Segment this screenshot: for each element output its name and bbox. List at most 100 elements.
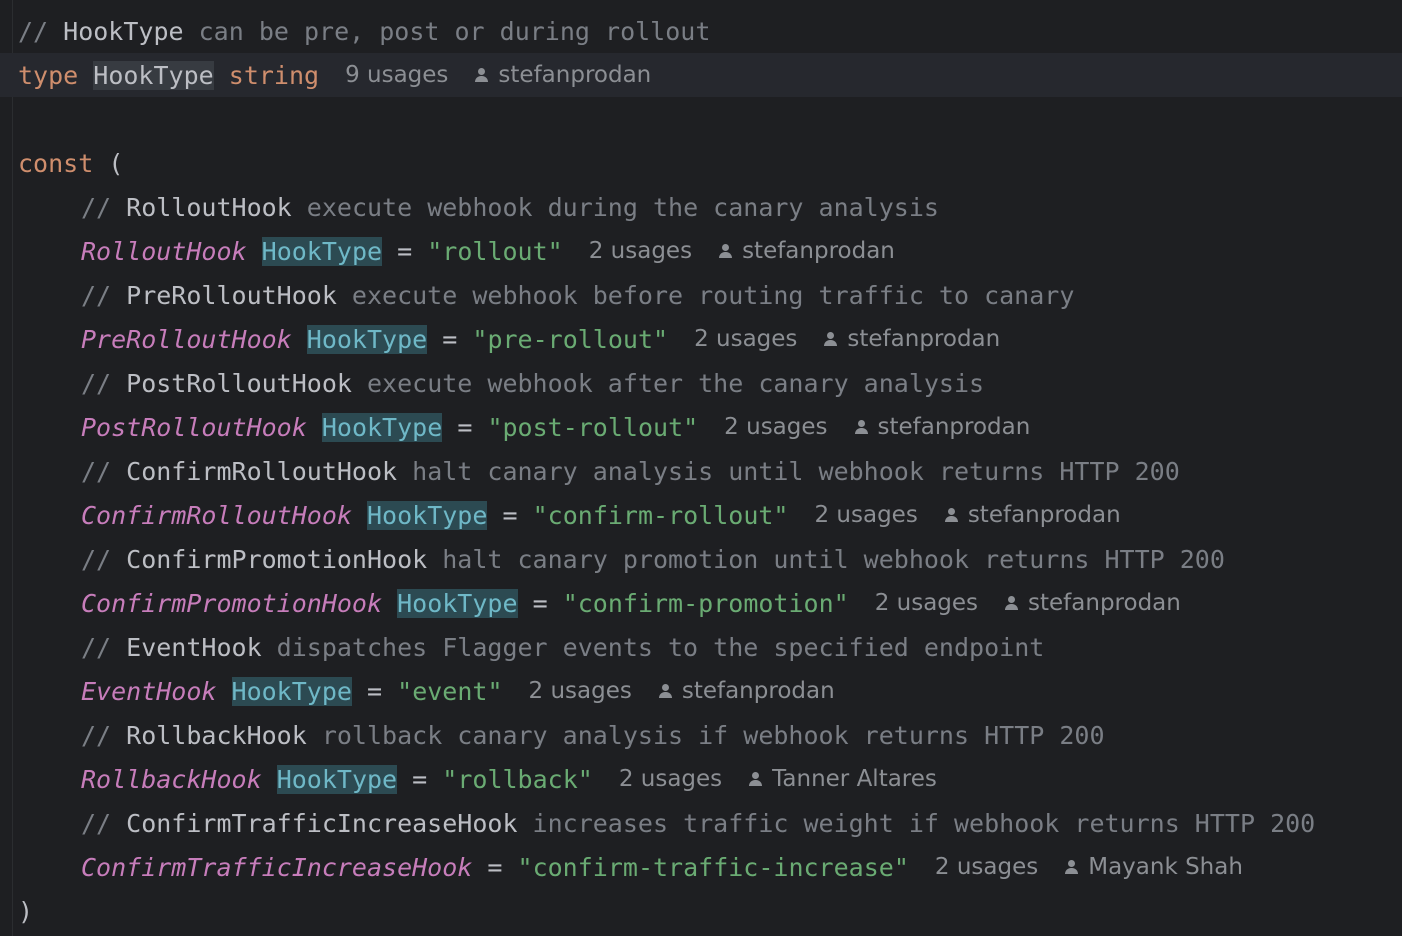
comment-prefix: // bbox=[81, 720, 127, 750]
code-line[interactable]: // PreRolloutHook execute webhook before… bbox=[0, 273, 1402, 317]
usages-hint[interactable]: 2 usages bbox=[814, 502, 917, 528]
type-name[interactable]: HookType bbox=[93, 60, 214, 90]
code-line[interactable]: ConfirmTrafficIncreaseHook = "confirm-tr… bbox=[0, 845, 1402, 889]
usages-hint[interactable]: 2 usages bbox=[935, 854, 1038, 880]
constant-name[interactable]: RolloutHook bbox=[81, 237, 247, 266]
person-icon bbox=[1004, 595, 1020, 611]
open-paren: ( bbox=[108, 148, 124, 178]
comment-text: execute webhook during the canary analys… bbox=[291, 192, 939, 222]
constant-name[interactable]: ConfirmPromotionHook bbox=[81, 589, 382, 618]
author-name: stefanprodan bbox=[498, 62, 652, 88]
author-hint[interactable]: stefanprodan bbox=[854, 414, 1030, 440]
constant-name[interactable]: RollbackHook bbox=[81, 765, 262, 794]
comment-text: execute webhook before routing traffic t… bbox=[336, 280, 1075, 310]
type-reference[interactable]: HookType bbox=[261, 236, 383, 266]
usages-hint[interactable]: 2 usages bbox=[694, 326, 797, 352]
usages-hint[interactable]: 2 usages bbox=[529, 678, 632, 704]
type-reference[interactable]: HookType bbox=[397, 588, 518, 618]
code-content: // ConfirmPromotionHook halt canary prom… bbox=[81, 545, 1225, 574]
code-line[interactable]: // RolloutHook execute webhook during th… bbox=[0, 185, 1402, 229]
comment-identifier: RolloutHook bbox=[126, 192, 292, 222]
comment: // ConfirmRolloutHook halt canary analys… bbox=[81, 457, 1180, 486]
author-hint[interactable]: stefanprodan bbox=[658, 678, 835, 704]
type-underlying[interactable]: string bbox=[229, 61, 319, 90]
usages-hint[interactable]: 2 usages bbox=[619, 766, 722, 792]
code-content: PreRolloutHook HookType = "pre-rollout" 2… bbox=[81, 324, 1000, 354]
constant-name[interactable]: PreRolloutHook bbox=[81, 325, 292, 354]
person-icon bbox=[718, 243, 734, 259]
author-hint[interactable]: stefanprodan bbox=[944, 502, 1121, 528]
code-content: const ( bbox=[18, 149, 123, 178]
usages-hint[interactable]: 9 usages bbox=[345, 62, 448, 88]
type-reference[interactable]: HookType bbox=[306, 324, 428, 354]
code-line[interactable] bbox=[0, 97, 1402, 141]
code-line[interactable]: RollbackHook HookType = "rollback" 2 usag… bbox=[0, 757, 1402, 801]
type-reference[interactable]: HookType bbox=[367, 500, 488, 530]
author-hint[interactable]: stefanprodan bbox=[823, 326, 1000, 352]
type-reference[interactable]: HookType bbox=[321, 412, 443, 442]
code-content: // HookType can be pre, post or during r… bbox=[18, 17, 710, 46]
code-line[interactable]: // HookType can be pre, post or during r… bbox=[0, 9, 1402, 53]
code-line[interactable]: // EventHook dispatches Flagger events t… bbox=[0, 625, 1402, 669]
code-content: // PreRolloutHook execute webhook before… bbox=[81, 281, 1074, 310]
constant-name[interactable]: ConfirmTrafficIncreaseHook bbox=[81, 853, 472, 882]
code-line[interactable]: type HookType string 9 usages stefanprodan bbox=[0, 53, 1402, 97]
comment: // HookType can be pre, post or during r… bbox=[18, 17, 710, 46]
keyword-type: type bbox=[18, 60, 79, 90]
comment-identifier: ConfirmPromotionHook bbox=[126, 544, 428, 574]
code-editor[interactable]: // HookType can be pre, post or during r… bbox=[0, 0, 1402, 936]
code-line[interactable]: // ConfirmRolloutHook halt canary analys… bbox=[0, 449, 1402, 493]
string-value: "post-rollout" bbox=[487, 412, 699, 442]
constant-name[interactable]: EventHook bbox=[81, 677, 216, 706]
usages-hint[interactable]: 2 usages bbox=[589, 238, 692, 264]
constant-name[interactable]: PostRolloutHook bbox=[81, 413, 307, 442]
comment-prefix: // bbox=[81, 280, 127, 310]
author-hint[interactable]: stefanprodan bbox=[474, 62, 651, 88]
author-hint[interactable]: stefanprodan bbox=[718, 238, 895, 264]
author-hint[interactable]: Mayank Shah bbox=[1064, 854, 1243, 880]
comment-prefix: // bbox=[81, 544, 127, 574]
code-line[interactable]: // ConfirmTrafficIncreaseHook increases … bbox=[0, 801, 1402, 845]
constant-name[interactable]: ConfirmRolloutHook bbox=[81, 501, 352, 530]
code-line[interactable]: ConfirmPromotionHook HookType = "confirm… bbox=[0, 581, 1402, 625]
type-reference[interactable]: HookType bbox=[231, 676, 352, 706]
code-content: ConfirmRolloutHook HookType = "confirm-r… bbox=[81, 500, 1121, 530]
code-line[interactable]: PostRolloutHook HookType = "post-rollout… bbox=[0, 405, 1402, 449]
code-content: // RollbackHook rollback canary analysis… bbox=[81, 721, 1105, 750]
usages-hint[interactable]: 2 usages bbox=[875, 590, 978, 616]
code-line[interactable]: // PostRolloutHook execute webhook after… bbox=[0, 361, 1402, 405]
comment-text: can be pre, post or during rollout bbox=[183, 16, 711, 46]
code-content: // RolloutHook execute webhook during th… bbox=[81, 193, 939, 222]
code-line[interactable]: EventHook HookType = "event" 2 usages stef… bbox=[0, 669, 1402, 713]
comment: // ConfirmPromotionHook halt canary prom… bbox=[81, 545, 1225, 574]
code-line[interactable]: PreRolloutHook HookType = "pre-rollout" 2… bbox=[0, 317, 1402, 361]
comment-identifier: PreRolloutHook bbox=[126, 280, 337, 310]
comment-identifier: RollbackHook bbox=[126, 720, 307, 750]
code-content: RollbackHook HookType = "rollback" 2 usag… bbox=[81, 764, 937, 794]
code-line[interactable]: ) bbox=[0, 889, 1402, 933]
person-icon bbox=[944, 507, 960, 523]
code-line[interactable]: RolloutHook HookType = "rollout" 2 usages… bbox=[0, 229, 1402, 273]
code-line[interactable]: const ( bbox=[0, 141, 1402, 185]
string-value: "pre-rollout" bbox=[472, 324, 669, 354]
author-hint[interactable]: Tanner Altares bbox=[748, 766, 937, 792]
author-name: stefanprodan bbox=[1028, 590, 1181, 616]
equals-sign: = bbox=[412, 764, 428, 794]
code-line[interactable]: // RollbackHook rollback canary analysis… bbox=[0, 713, 1402, 757]
equals-sign: = bbox=[397, 236, 413, 266]
code-line[interactable]: // ConfirmPromotionHook halt canary prom… bbox=[0, 537, 1402, 581]
code-line[interactable]: ConfirmRolloutHook HookType = "confirm-r… bbox=[0, 493, 1402, 537]
author-hint[interactable]: stefanprodan bbox=[1004, 590, 1181, 616]
type-reference[interactable]: HookType bbox=[276, 764, 398, 794]
usages-hint[interactable]: 2 usages bbox=[724, 414, 827, 440]
